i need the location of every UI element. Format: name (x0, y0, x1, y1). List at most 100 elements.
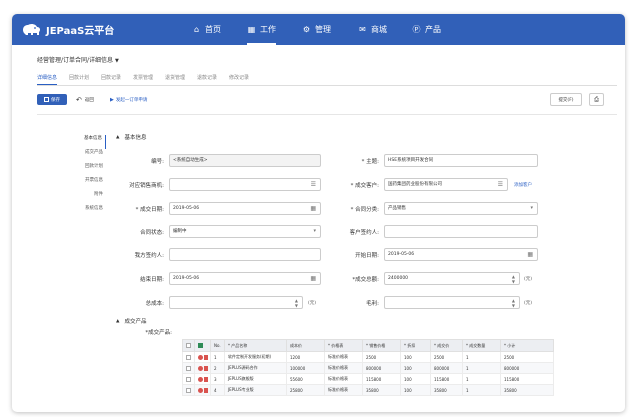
end-date-field[interactable]: 2019-05-06 ▦ (169, 272, 321, 285)
calendar-icon[interactable]: ▦ (310, 203, 316, 214)
nav-manage[interactable]: ⚙ 管理 (302, 23, 331, 36)
products-field-label: *成交产品: (145, 330, 172, 336)
tab-refund[interactable]: 退款记录 (197, 74, 217, 81)
cell-no: 3 (210, 373, 225, 385)
calendar-icon[interactable]: ▦ (527, 249, 533, 260)
breadcrumb-text: 经营管理/订单合同/详细信息 (37, 57, 114, 64)
cell-cost: 100000 (286, 362, 325, 374)
table-row[interactable]: 2 JEPLUS源码合作 100000 标准价格表 800000 100 800… (182, 362, 554, 374)
anchor-system-info[interactable]: 系统信息 (84, 205, 106, 219)
detail-tabs: 详细信息 回款计划 回款记录 发票管理 退货管理 退款记录 修改记录 (37, 74, 617, 86)
gross-profit-field[interactable]: ▲ ▼ (384, 296, 520, 309)
our-signer-field[interactable] (169, 248, 321, 261)
excel-header[interactable] (194, 339, 211, 352)
total-cost-label: 总成本: (145, 301, 164, 307)
anchor-basic-info[interactable]: 基本信息 (84, 135, 106, 149)
total-cost-field[interactable]: ▲ ▼ (169, 296, 303, 309)
subject-field[interactable]: HSE系统项目开发合同 (384, 154, 538, 167)
nav-mall[interactable]: ✉ 商城 (358, 23, 387, 36)
select-all-header[interactable] (182, 339, 195, 352)
anchor-payment-plan[interactable]: 回款计划 (84, 163, 106, 177)
start-date-field[interactable]: 2019-05-06 ▦ (384, 248, 538, 261)
anchor-products[interactable]: 成交产品 (84, 149, 106, 163)
customer-field[interactable]: 国药集团药业股份有限公司 ☰ (384, 178, 508, 191)
save-button[interactable]: 保存 (37, 94, 67, 105)
submit-button[interactable]: 提交(F) (550, 93, 582, 106)
tab-detail[interactable]: 详细信息 (37, 74, 58, 85)
add-customer-link[interactable]: 添加客户 (514, 182, 532, 188)
trash-icon[interactable] (204, 365, 208, 371)
opportunity-field[interactable]: ☰ (169, 178, 321, 191)
category-select[interactable]: 产品销售 ▾ (384, 202, 538, 215)
spinner-icon[interactable]: ▲ ▼ (512, 274, 515, 284)
nav-work[interactable]: ▦ 工作 (247, 23, 276, 45)
table-row[interactable]: 4 JEPLUS专业版 25800 标准价格表 35800 100 35800 … (182, 384, 554, 396)
tab-modify-log[interactable]: 修改记录 (229, 74, 249, 81)
row-actions-cell (194, 373, 211, 385)
deal-date-field[interactable]: 2019-05-06 ▦ (169, 202, 321, 215)
client-signer-field[interactable] (384, 225, 538, 238)
cell-no: 1 (210, 351, 225, 363)
breadcrumb[interactable]: 经营管理/订单合同/详细信息 ▼ (37, 55, 119, 64)
trash-icon[interactable] (204, 376, 208, 382)
trash-icon[interactable] (204, 354, 208, 360)
col-cost: 成本价 (286, 339, 325, 352)
products-section-title[interactable]: ▲ 成交产品 (116, 317, 146, 326)
nav-home[interactable]: ⌂ 首页 (192, 23, 221, 36)
row-checkbox-cell[interactable] (182, 351, 195, 363)
list-icon[interactable]: ☰ (311, 179, 316, 190)
cell-sale-price: 35800 (362, 384, 401, 396)
spinner-icon[interactable]: ▲ ▼ (295, 298, 298, 308)
row-checkbox[interactable] (186, 354, 191, 360)
spinner-icon[interactable]: ▲ ▼ (512, 298, 515, 308)
print-button[interactable]: ⎙ (589, 93, 604, 106)
table-row[interactable]: 3 JEPLUS旗舰版 55600 标准价格表 115800 100 11580… (182, 373, 554, 385)
cell-product-name: JEPLUS旗舰版 (224, 373, 287, 385)
app-logo[interactable]: JEPaaS云平台 (20, 21, 114, 38)
tab-payment-plan[interactable]: 回款计划 (69, 74, 89, 81)
start-date-label: 开始日期: (355, 253, 379, 259)
collapse-triangle-icon: ▲ (116, 134, 120, 140)
row-checkbox-cell[interactable] (182, 384, 195, 396)
play-icon: ▶ (110, 96, 114, 103)
list-icon[interactable]: ☰ (498, 179, 503, 190)
calendar-icon[interactable]: ▦ (310, 273, 316, 284)
gear-icon: ⚙ (302, 25, 311, 34)
row-checkbox[interactable] (186, 365, 191, 371)
products-table: No. * 产品名称 成本价 * 价格表 * 销售价格 * 折扣 * 成交价 *… (182, 339, 554, 396)
select-all-checkbox[interactable] (186, 343, 191, 349)
row-checkbox-cell[interactable] (182, 362, 195, 374)
row-checkbox[interactable] (186, 376, 191, 382)
cell-qty: 1 (462, 362, 501, 374)
category-value: 产品销售 (388, 206, 406, 211)
row-checkbox[interactable] (186, 387, 191, 393)
tab-payment-record[interactable]: 回款记录 (101, 74, 121, 81)
nav-product[interactable]: Ⓟ 产品 (412, 23, 442, 36)
save-icon (44, 97, 49, 102)
table-row[interactable]: 1 软件定制开发服务(初期) 1200 标准价格表 2500 100 2500 … (182, 351, 554, 363)
excel-icon[interactable] (198, 343, 203, 349)
anchor-attachments[interactable]: 附件 (84, 191, 106, 205)
tab-return[interactable]: 退货管理 (165, 74, 185, 81)
basic-info-section-title[interactable]: ▲ 基本信息 (116, 133, 146, 142)
cell-discount: 100 (400, 384, 431, 396)
remove-icon[interactable] (198, 365, 203, 371)
customer-value: 国药集团药业股份有限公司 (388, 182, 442, 187)
row-checkbox-cell[interactable] (182, 373, 195, 385)
anchor-invoice-info[interactable]: 开票信息 (84, 177, 106, 191)
product-icon: Ⓟ (412, 25, 421, 34)
back-button[interactable]: ↶ 返回 (76, 94, 94, 105)
total-amount-field[interactable]: 2400000 ▲ ▼ (384, 272, 520, 285)
elephant-logo-icon (23, 23, 41, 35)
order-apply-link[interactable]: ▶ 发起一订单申请 (110, 94, 147, 105)
remove-icon[interactable] (198, 376, 203, 382)
cell-subtotal: 35800 (500, 384, 554, 396)
remove-icon[interactable] (198, 387, 203, 393)
our-signer-label: 我方签约人: (134, 253, 164, 259)
status-select[interactable]: 编制中 ▾ (169, 225, 321, 238)
trash-icon[interactable] (204, 387, 208, 393)
remove-icon[interactable] (198, 354, 203, 360)
tab-invoice[interactable]: 发票管理 (133, 74, 153, 81)
print-icon: ⎙ (594, 95, 599, 103)
chevron-down-icon: ▾ (313, 228, 316, 234)
